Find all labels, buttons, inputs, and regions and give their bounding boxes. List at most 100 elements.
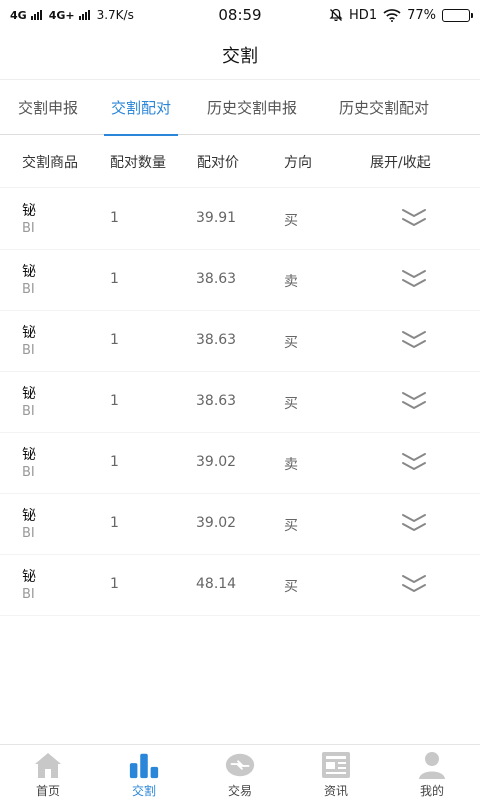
commodity-code: BI [22, 343, 35, 358]
wifi-icon [383, 9, 401, 22]
hd-indicator: HD1 [349, 7, 378, 23]
commodity-cell: 铋 BI [22, 202, 36, 238]
chevron-down-icon[interactable] [400, 450, 428, 474]
nav-label: 首页 [35, 784, 60, 798]
direction-cell: 买 [284, 518, 298, 534]
news-icon [320, 750, 352, 780]
quantity-cell: 1 [110, 515, 119, 531]
tab-delivery-declaration[interactable]: 交割申报 [0, 81, 96, 135]
commodity-name: 铋 [22, 264, 36, 280]
table-row: 铋 BI 1 39.02 卖 [0, 433, 480, 494]
commodity-code: BI [22, 221, 35, 236]
commodity-name: 铋 [22, 203, 36, 219]
bar-chart-icon [128, 750, 160, 780]
commodity-cell: 铋 BI [22, 263, 36, 299]
user-icon [416, 750, 448, 780]
signal-icon [30, 10, 42, 20]
signal-icon [78, 10, 90, 20]
tab-bar: 交割申报 交割配对 历史交割申报 历史交割配对 [0, 81, 480, 136]
network-type-2: 4G+ [48, 8, 75, 22]
price-cell: 48.14 [196, 576, 237, 592]
table-row: 铋 BI 1 48.14 买 [0, 555, 480, 616]
chevron-down-icon[interactable] [400, 572, 428, 596]
commodity-cell: 铋 BI [22, 507, 36, 543]
nav-label: 资讯 [323, 784, 348, 798]
column-header-price: 配对价 [197, 154, 239, 171]
commodity-name: 铋 [22, 569, 36, 585]
nav-profile[interactable]: 我的 [384, 745, 480, 800]
nav-home[interactable]: 首页 [0, 745, 96, 800]
direction-cell: 卖 [284, 457, 298, 473]
commodity-name: 铋 [22, 386, 36, 402]
chevron-down-icon[interactable] [400, 267, 428, 291]
commodity-code: BI [22, 465, 35, 480]
network-type-1: 4G [10, 8, 27, 22]
direction-cell: 买 [284, 335, 298, 351]
commodity-cell: 铋 BI [22, 324, 36, 360]
table-row: 铋 BI 1 39.02 买 [0, 494, 480, 555]
commodity-code: BI [22, 404, 35, 419]
price-cell: 39.02 [196, 515, 237, 531]
column-header-commodity: 交割商品 [22, 154, 78, 171]
page-title: 交割 [222, 45, 258, 67]
quantity-cell: 1 [110, 332, 119, 348]
tab-label: 历史交割配对 [338, 99, 429, 117]
table-body: 铋 BI 1 39.91 买 铋 BI 1 38.63 卖 铋 BI 1 38.… [0, 189, 480, 616]
direction-cell: 买 [284, 579, 298, 595]
tab-delivery-matching[interactable]: 交割配对 [96, 81, 186, 136]
nav-label: 交易 [227, 784, 252, 798]
table-row: 铋 BI 1 38.63 买 [0, 372, 480, 433]
commodity-cell: 铋 BI [22, 446, 36, 482]
quantity-cell: 1 [110, 271, 119, 287]
nav-news[interactable]: 资讯 [288, 745, 384, 800]
price-cell: 38.63 [196, 332, 237, 348]
quantity-cell: 1 [110, 454, 119, 470]
nav-delivery[interactable]: 交割 [96, 745, 192, 800]
home-icon [32, 750, 64, 780]
nav-label: 交割 [131, 784, 156, 798]
chevron-down-icon[interactable] [400, 511, 428, 535]
status-bar-left: 4G 4G+ 3.7K/s [10, 8, 180, 22]
chevron-down-icon[interactable] [400, 389, 428, 413]
direction-cell: 买 [284, 213, 298, 229]
status-bar-right: HD1 77% [329, 7, 473, 23]
price-cell: 39.02 [196, 454, 237, 470]
nav-label: 我的 [419, 784, 444, 798]
direction-cell: 卖 [284, 274, 298, 290]
price-cell: 38.63 [196, 271, 237, 287]
table-header: 交割商品 配对数量 配对价 方向 展开/收起 [0, 136, 480, 188]
tab-label: 交割申报 [17, 99, 78, 117]
commodity-cell: 铋 BI [22, 385, 36, 421]
network-speed: 3.7K/s [96, 8, 134, 22]
table-row: 铋 BI 1 39.91 买 [0, 189, 480, 250]
page-title-bar: 交割 [0, 30, 480, 80]
price-cell: 39.91 [196, 210, 237, 226]
status-bar: 4G 4G+ 3.7K/s 08:59 HD1 77% [0, 0, 480, 30]
quantity-cell: 1 [110, 576, 119, 592]
commodity-code: BI [22, 282, 35, 297]
commodity-code: BI [22, 587, 35, 602]
column-header-quantity: 配对数量 [110, 154, 166, 171]
table-row: 铋 BI 1 38.63 卖 [0, 250, 480, 311]
table-row: 铋 BI 1 38.63 买 [0, 311, 480, 372]
battery-percent: 77% [407, 7, 436, 23]
tab-history-matching[interactable]: 历史交割配对 [318, 81, 450, 135]
trade-icon [224, 750, 256, 780]
chevron-down-icon[interactable] [400, 206, 428, 230]
tab-label: 历史交割申报 [206, 99, 297, 117]
mute-bell-icon [329, 8, 343, 22]
commodity-name: 铋 [22, 447, 36, 463]
column-header-direction: 方向 [284, 154, 312, 171]
chevron-down-icon[interactable] [400, 328, 428, 352]
commodity-name: 铋 [22, 508, 36, 524]
nav-trade[interactable]: 交易 [192, 745, 288, 800]
tab-history-declaration[interactable]: 历史交割申报 [186, 81, 318, 135]
price-cell: 38.63 [196, 393, 237, 409]
bottom-navigation: 首页 交割 交易 资讯 我的 [0, 744, 480, 800]
commodity-name: 铋 [22, 325, 36, 341]
quantity-cell: 1 [110, 210, 119, 226]
commodity-cell: 铋 BI [22, 568, 36, 604]
column-header-expand: 展开/收起 [370, 154, 431, 171]
tab-label: 交割配对 [110, 99, 171, 117]
quantity-cell: 1 [110, 393, 119, 409]
